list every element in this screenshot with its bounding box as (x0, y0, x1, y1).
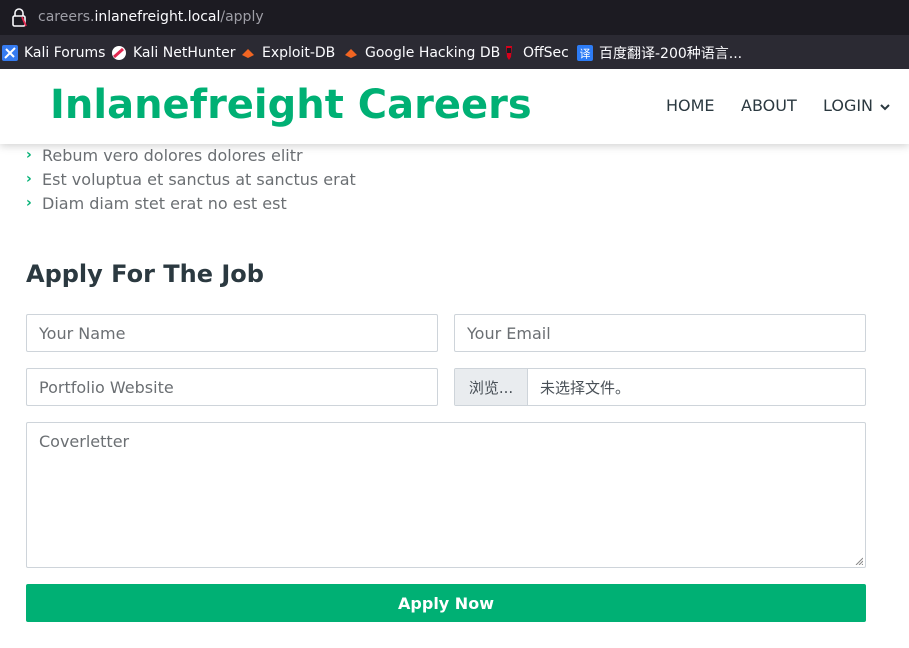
bookmark-kali-forums[interactable]: Kali Forums (2, 44, 105, 62)
nav-about[interactable]: ABOUT (741, 96, 797, 115)
portfolio-field[interactable]: Portfolio Website (26, 368, 438, 406)
bookmark-label: Kali NetHunter (133, 45, 236, 61)
offsec-icon (506, 46, 512, 60)
coverletter-placeholder: Coverletter (39, 432, 130, 451)
bookmarks-toolbar: Kali Forums Kali NetHunter Exploit-DB Go… (0, 36, 909, 69)
requirements-list: › Rebum vero dolores dolores elitr › Est v… (26, 143, 356, 215)
portfolio-placeholder: Portfolio Website (39, 377, 174, 397)
url-path: /apply (220, 9, 264, 25)
bookmark-exploit-db[interactable]: Exploit-DB (240, 44, 335, 62)
list-item-text: Diam diam stet erat no est est (42, 193, 287, 213)
browse-button[interactable]: 浏览... (455, 369, 528, 405)
name-field[interactable]: Your Name (26, 314, 438, 352)
baidu-translate-icon: 译 (577, 45, 593, 61)
nav-home[interactable]: HOME (666, 96, 715, 115)
kali-nethunter-icon (112, 46, 126, 60)
url-text[interactable]: careers.inlanefreight.local/apply (38, 9, 264, 25)
list-item-text: Est voluptua et sanctus at sanctus erat (42, 169, 356, 189)
bookmark-label: Kali Forums (24, 45, 106, 61)
list-item: › Rebum vero dolores dolores elitr (26, 143, 356, 167)
bookmark-label: Exploit-DB (262, 45, 336, 61)
bookmark-google-hacking-db[interactable]: Google Hacking DB (343, 44, 500, 62)
file-status-text: 未选择文件。 (540, 378, 631, 397)
site-brand[interactable]: Inlanefreight Careers (50, 82, 532, 128)
site-navbar: Inlanefreight Careers HOME ABOUT LOGIN (0, 69, 909, 144)
nav-login[interactable]: LOGIN (823, 96, 890, 115)
bookmark-label: OffSec (523, 45, 569, 61)
list-item: › Est voluptua et sanctus at sanctus erat (26, 167, 356, 191)
form-title: Apply For The Job (26, 260, 264, 288)
url-domain: inlanefreight.local (94, 9, 221, 25)
page-content: Inlanefreight Careers HOME ABOUT LOGIN ›… (0, 69, 909, 648)
kali-forums-icon (2, 45, 18, 61)
apply-now-button[interactable]: Apply Now (26, 584, 866, 622)
bookmark-kali-nethunter[interactable]: Kali NetHunter (111, 44, 235, 62)
chevron-right-icon: › (26, 171, 32, 187)
list-item-text: Rebum vero dolores dolores elitr (42, 145, 303, 165)
email-field[interactable]: Your Email (454, 314, 866, 352)
lock-icon[interactable] (11, 8, 27, 28)
exploit-db-icon (242, 49, 254, 58)
bookmark-baidu-translate[interactable]: 译 百度翻译-200种语言... (577, 44, 742, 62)
list-item: › Diam diam stet erat no est est (26, 191, 356, 215)
bookmark-offsec[interactable]: OffSec (501, 44, 569, 62)
bookmark-label: Google Hacking DB (365, 45, 501, 61)
browser-url-bar[interactable]: careers.inlanefreight.local/apply (0, 0, 909, 36)
svg-text:译: 译 (580, 48, 591, 61)
url-subdomain: careers. (38, 9, 95, 25)
ghdb-icon (345, 49, 357, 58)
file-upload-field[interactable]: 浏览... 未选择文件。 (454, 368, 866, 406)
chevron-down-icon (880, 103, 890, 110)
chevron-right-icon: › (26, 195, 32, 211)
resize-handle-icon[interactable] (855, 557, 863, 565)
nav-login-label: LOGIN (823, 96, 874, 115)
coverletter-textarea[interactable]: Coverletter (26, 422, 866, 568)
name-placeholder: Your Name (39, 323, 126, 343)
email-placeholder: Your Email (467, 323, 551, 343)
bookmark-label: 百度翻译-200种语言... (599, 46, 743, 62)
chevron-right-icon: › (26, 147, 32, 163)
